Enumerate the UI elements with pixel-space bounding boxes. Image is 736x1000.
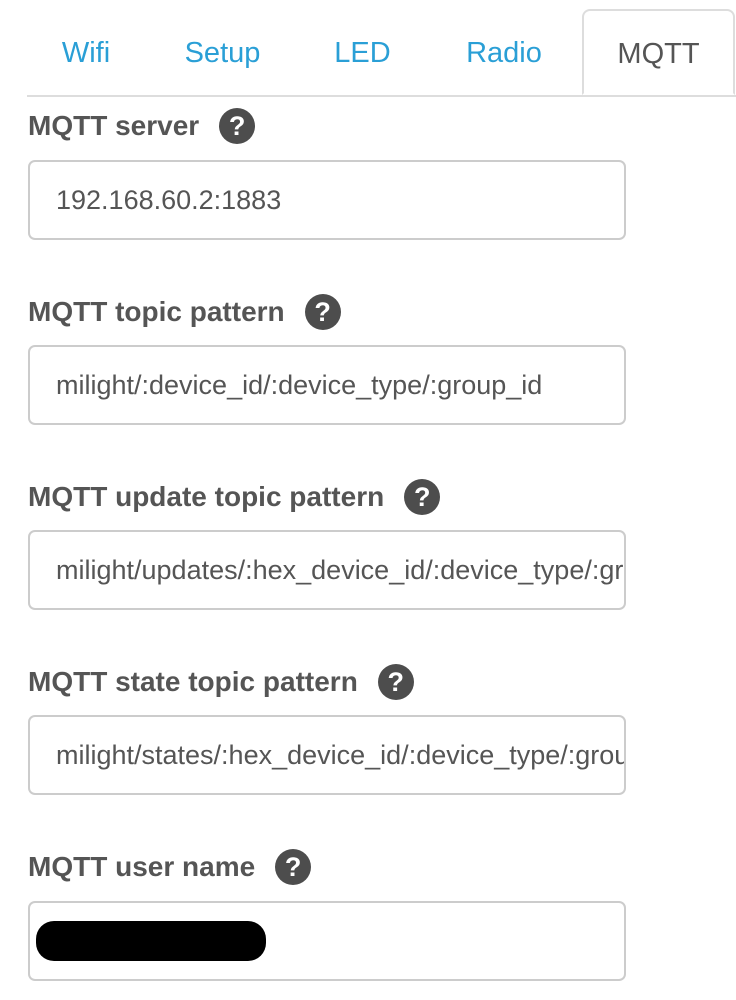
mqtt-server-group: MQTT server ? 192.168.60.2:1883 xyxy=(28,106,626,241)
question-circle-icon[interactable]: ? xyxy=(275,849,312,885)
mqtt-update-topic-pattern-group: MQTT update topic pattern ? milight/upda… xyxy=(28,477,626,612)
mqtt-update-topic-pattern-label-row: MQTT update topic pattern ? xyxy=(28,477,441,517)
mqtt-update-topic-pattern-label: MQTT update topic pattern xyxy=(28,481,385,512)
mqtt-topic-pattern-label: MQTT topic pattern xyxy=(28,296,285,327)
mqtt-state-topic-pattern-group: MQTT state topic pattern ? milight/state… xyxy=(28,662,626,797)
redaction-mark xyxy=(36,921,266,961)
tab-mqtt[interactable]: MQTT xyxy=(582,9,735,95)
tab-led[interactable]: LED xyxy=(305,28,420,78)
mqtt-server-label: MQTT server xyxy=(28,110,200,141)
mqtt-topic-pattern-input[interactable]: milight/:device_id/:device_type/:group_i… xyxy=(28,345,626,425)
question-circle-icon[interactable]: ? xyxy=(404,479,441,515)
mqtt-state-topic-pattern-input[interactable]: milight/states/:hex_device_id/:device_ty… xyxy=(28,715,626,795)
mqtt-update-topic-pattern-input[interactable]: milight/updates/:hex_device_id/:device_t… xyxy=(28,530,626,610)
mqtt-user-name-label: MQTT user name xyxy=(28,851,256,882)
mqtt-state-topic-pattern-label: MQTT state topic pattern xyxy=(28,666,358,697)
question-circle-icon[interactable]: ? xyxy=(377,664,414,700)
mqtt-server-input[interactable]: 192.168.60.2:1883 xyxy=(28,160,626,240)
mqtt-user-name-label-row: MQTT user name ? xyxy=(28,847,312,887)
mqtt-state-topic-pattern-label-row: MQTT state topic pattern ? xyxy=(28,662,414,702)
tab-wifi[interactable]: Wifi xyxy=(27,28,145,78)
mqtt-topic-pattern-group: MQTT topic pattern ? milight/:device_id/… xyxy=(28,292,626,427)
settings-page: Wifi Setup LED Radio MQTT MQTT server ? … xyxy=(0,0,736,1000)
question-circle-icon[interactable]: ? xyxy=(304,294,341,330)
mqtt-server-label-row: MQTT server ? xyxy=(28,106,256,146)
mqtt-user-name-group: MQTT user name ? xyxy=(28,847,626,982)
settings-tabs: Wifi Setup LED Radio MQTT xyxy=(0,0,736,97)
mqtt-topic-pattern-label-row: MQTT topic pattern ? xyxy=(28,292,341,332)
tab-setup[interactable]: Setup xyxy=(160,28,285,78)
tab-radio[interactable]: Radio xyxy=(440,28,568,78)
question-circle-icon[interactable]: ? xyxy=(219,108,256,144)
